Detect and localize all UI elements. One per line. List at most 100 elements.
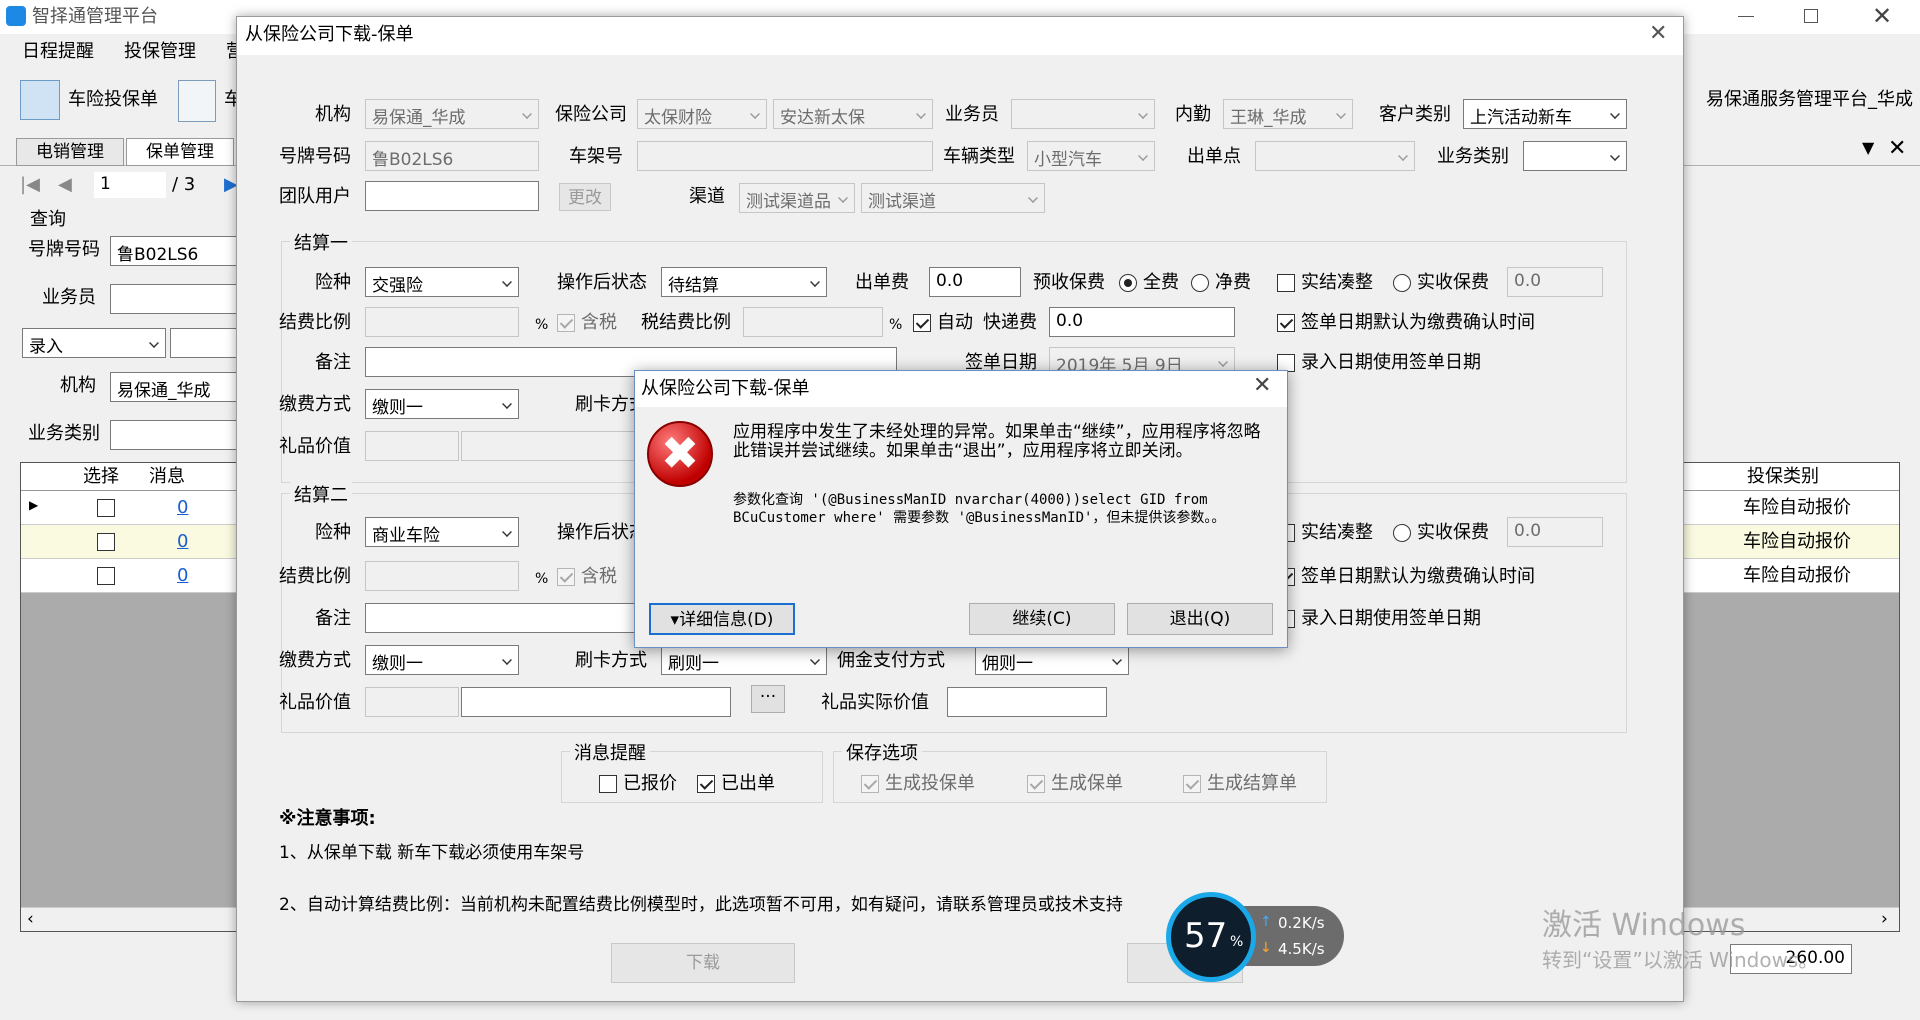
s2-tax-checkbox[interactable] [557,568,575,586]
scroll-left-icon[interactable]: ‹ [27,909,34,929]
details-button[interactable]: ▾详细信息(D) [649,603,795,635]
outlet-select[interactable] [1255,141,1415,171]
grid-col-msg[interactable]: 消息 [149,465,185,489]
channel-select[interactable]: 测试渠道品 [739,183,855,213]
s1-ratio-input[interactable] [365,307,519,337]
menu-insure[interactable]: 投保管理 [124,40,196,64]
grid-col-type[interactable]: 投保类别 [1747,465,1819,489]
query-org-input[interactable]: 易保通_华成 [110,372,250,402]
s1-tax-checkbox[interactable] [557,314,575,332]
download-button[interactable]: 下载 [611,943,795,983]
s1-kind-select[interactable]: 交强险 [365,267,519,297]
query-entry-select[interactable]: 录入 [22,328,166,358]
s2-giftreal-input[interactable] [947,687,1107,717]
team-input[interactable] [365,181,539,211]
s1-taxratio-label: 税结费比例 [641,312,731,333]
insurer-branch-select[interactable]: 安达新太保 [773,99,933,129]
vehicle-type-select[interactable]: 小型汽车 [1027,141,1155,171]
row-type: 车险自动报价 [1743,497,1851,518]
s1-pay-select[interactable]: 缴则一 [365,389,519,419]
s2-gift-desc-input[interactable] [461,687,731,717]
s1-realfee-input[interactable]: 0.0 [1507,267,1603,297]
row-checkbox[interactable] [97,567,115,585]
car-insurance-button[interactable]: 车险投保单 [68,88,158,112]
row-msg-link[interactable]: 0 [177,530,188,554]
s1-remark-label: 备注 [315,352,351,373]
gen-settle-label: 生成结算单 [1207,773,1297,794]
row-checkbox[interactable] [97,533,115,551]
minimize-icon[interactable] [1738,16,1754,17]
s2-card-select[interactable]: 刷则一 [661,645,827,675]
form-close-icon[interactable]: ✕ [1649,21,1667,46]
document-edit-icon[interactable] [178,80,216,122]
chevron-down-icon [1610,151,1620,161]
issued-checkbox[interactable] [697,775,715,793]
change-button[interactable]: 更改 [559,183,611,211]
s2-comm-label: 佣金支付方式 [837,650,945,671]
error-close-icon[interactable]: ✕ [1253,373,1271,398]
prev-page-icon[interactable]: ◀ [58,174,72,195]
query-org-label: 机构 [60,375,96,396]
s1-status-select[interactable]: 待结算 [661,267,827,297]
s1-signdef-checkbox[interactable] [1277,314,1295,332]
biz-type-select[interactable] [1523,141,1627,171]
query-plate-input[interactable]: 鲁B02LS6 [110,236,250,266]
page-input[interactable]: 1 [94,172,166,198]
s2-comm-select[interactable]: 佣则一 [975,645,1129,675]
plate-input[interactable]: 鲁B02LS6 [365,141,539,171]
s1-taxratio-input[interactable] [743,307,883,337]
s2-realfee-input[interactable]: 0.0 [1507,517,1603,547]
s1-gift-input[interactable] [365,431,459,461]
org-select[interactable]: 易保通_华成 [365,99,539,129]
tab-telesales[interactable]: 电销管理 [16,138,124,166]
error-titlebar: 从保险公司下载-保单 ✕ [635,371,1287,407]
menu-schedule[interactable]: 日程提醒 [22,40,94,64]
s2-kind-select[interactable]: 商业车险 [365,517,519,547]
s1-realfee-radio[interactable] [1393,274,1411,292]
s2-ratio-input[interactable] [365,561,519,591]
continue-button[interactable]: 继续(C) [969,603,1115,635]
grid-col-select[interactable]: 选择 [83,465,119,489]
s1-express-input[interactable]: 0.0 [1049,307,1235,337]
tab-policy[interactable]: 保单管理 [126,138,234,166]
s1-auto-checkbox[interactable] [913,314,931,332]
tab-list-icon[interactable]: ▼ [1862,138,1874,157]
row-type: 车险自动报价 [1743,531,1851,552]
tab-close-icon[interactable]: ✕ [1888,136,1906,161]
insurer-select[interactable]: 太保财险 [637,99,767,129]
agent-select[interactable] [1011,99,1155,129]
customer-type-select[interactable]: 上汽活动新车 [1463,99,1627,129]
s2-gift-browse-button[interactable]: ··· [751,685,785,713]
scroll-right-icon[interactable]: › [1881,909,1888,929]
chevron-down-icon [502,655,512,665]
org-label: 机构 [315,104,351,125]
gen-policy-checkbox[interactable] [1027,775,1045,793]
s2-gift-input[interactable] [365,687,459,717]
s1-gift-desc-input[interactable] [461,431,637,461]
gen-proposal-checkbox[interactable] [861,775,879,793]
row-checkbox[interactable] [97,499,115,517]
quit-button[interactable]: 退出(Q) [1127,603,1273,635]
upload-icon: ↑ [1260,914,1272,930]
close-icon[interactable]: ✕ [1872,2,1892,30]
first-page-icon[interactable]: |◀ [20,174,40,195]
quoted-checkbox[interactable] [599,775,617,793]
s1-net-radio[interactable] [1191,274,1209,292]
query-agent-input[interactable] [110,284,250,314]
row-msg-link[interactable]: 0 [177,496,188,520]
channel-sub-select[interactable]: 测试渠道 [861,183,1045,213]
row-msg-link[interactable]: 0 [177,564,188,588]
vin-input[interactable] [637,141,933,171]
s2-pay-select[interactable]: 缴则一 [365,645,519,675]
s1-kind-label: 险种 [315,272,351,293]
s1-full-radio[interactable] [1119,274,1137,292]
gen-settle-checkbox[interactable] [1183,775,1201,793]
query-biz-input[interactable] [110,420,250,450]
inner-select[interactable]: 王琳_华成 [1223,99,1353,129]
s2-realfee-radio[interactable] [1393,524,1411,542]
car-insurance-icon[interactable] [20,80,60,120]
s1-fee-input[interactable]: 0.0 [929,267,1021,297]
chevron-down-icon [810,655,820,665]
s1-real-checkbox[interactable] [1277,274,1295,292]
restore-icon[interactable] [1804,9,1818,23]
